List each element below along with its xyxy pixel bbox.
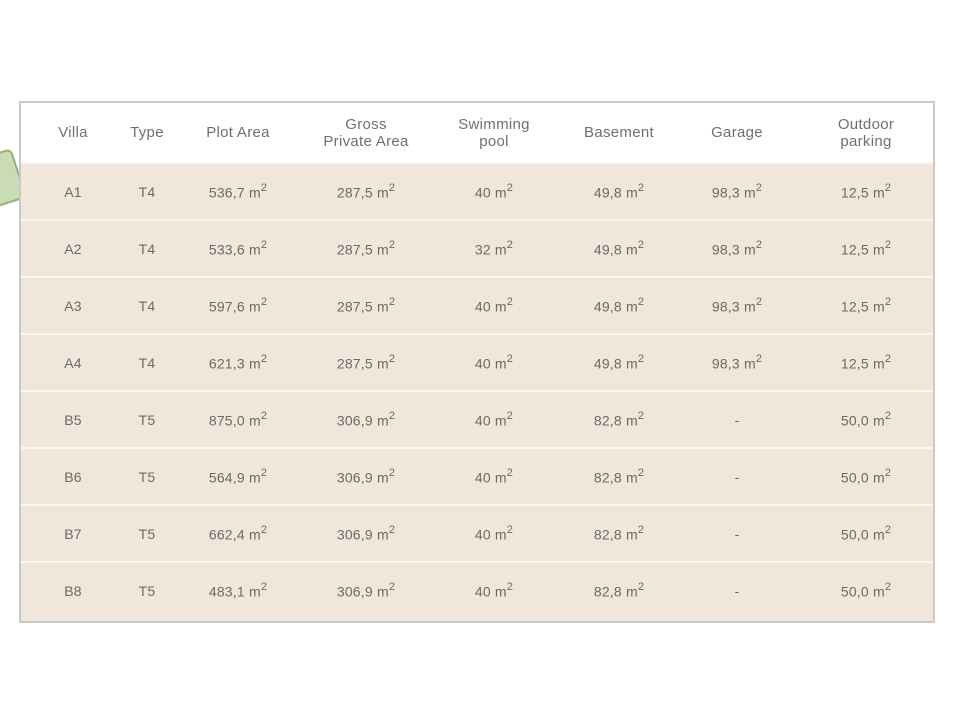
type-cell: T5 [138,468,156,485]
swimming-pool-cell: 40 m2 [474,466,514,486]
swimming-pool-cell: 40 m2 [474,523,514,543]
gross-private-area-cell: 287,5 m2 [336,181,396,201]
basement-cell: 49,8 m2 [593,181,645,201]
table-body: A1 T4 536,7 m2 287,5 m2 40 m2 49,8 m2 98,3 m2 1… [21,163,933,619]
table-row: B5 T5 875,0 m2 306,9 m2 40 m2 82,8 m2 - 50,0 m2 [21,391,933,448]
gross-private-area-cell: 306,9 m2 [336,581,396,600]
basement-cell: 49,8 m2 [593,352,645,372]
outdoor-parking-cell: 50,0 m2 [840,581,892,600]
villa-cell: A2 [64,240,82,257]
table-row: B8 T5 483,1 m2 306,9 m2 40 m2 82,8 m2 - 50,0 m2 [21,562,933,619]
outdoor-parking-cell: 50,0 m2 [840,409,892,429]
swimming-pool-cell: 40 m2 [474,295,514,315]
table-row: B7 T5 662,4 m2 306,9 m2 40 m2 82,8 m2 - 50,0 m2 [21,505,933,562]
villa-cell: B8 [64,583,82,599]
villa-cell: A4 [64,354,82,371]
type-cell: T5 [138,583,156,599]
swimming-pool-cell: 32 m2 [474,238,514,258]
gross-private-area-cell: 306,9 m2 [336,523,396,543]
header-gross-private-area: Gross Private Area [323,115,409,150]
plot-area-cell: 875,0 m2 [208,409,268,429]
swimming-pool-cell: 40 m2 [474,409,514,429]
table-row: A4 T4 621,3 m2 287,5 m2 40 m2 49,8 m2 98,3 m2 1… [21,334,933,391]
garage-cell: 98,3 m2 [711,295,763,315]
basement-cell: 82,8 m2 [593,466,645,486]
garage-cell: - [734,468,740,485]
basement-cell: 49,8 m2 [593,238,645,258]
villa-cell: A3 [64,297,82,314]
basement-cell: 82,8 m2 [593,581,645,600]
gross-private-area-cell: 306,9 m2 [336,409,396,429]
outdoor-parking-cell: 50,0 m2 [840,466,892,486]
garage-cell: - [734,525,740,542]
plot-area-cell: 597,6 m2 [208,295,268,315]
gross-private-area-cell: 287,5 m2 [336,352,396,372]
table-header-row: Villa Type Plot Area Gross Private Area Swimm… [21,103,933,163]
villa-cell: B5 [64,411,82,428]
outdoor-parking-cell: 12,5 m2 [840,295,892,315]
gross-private-area-cell: 287,5 m2 [336,295,396,315]
table-row: A2 T4 533,6 m2 287,5 m2 32 m2 49,8 m2 98,3 m2 1… [21,220,933,277]
basement-cell: 82,8 m2 [593,523,645,543]
type-cell: T5 [138,411,156,428]
plot-area-cell: 536,7 m2 [208,181,268,201]
plot-area-cell: 662,4 m2 [208,523,268,543]
plot-area-cell: 564,9 m2 [208,466,268,486]
gross-private-area-cell: 306,9 m2 [336,466,396,486]
villa-cell: B7 [64,525,82,542]
outdoor-parking-cell: 12,5 m2 [840,352,892,372]
type-cell: T4 [138,354,156,371]
outdoor-parking-cell: 12,5 m2 [840,238,892,258]
garage-cell: - [734,411,740,428]
plot-area-cell: 621,3 m2 [208,352,268,372]
villa-specification-table-frame: Villa Type Plot Area Gross Private Area Swimm… [19,101,935,623]
outdoor-parking-cell: 50,0 m2 [840,523,892,543]
type-cell: T5 [138,525,156,542]
header-garage: Garage [711,124,763,141]
header-outdoor-parking: Outdoor parking [837,115,895,150]
table-row: A3 T4 597,6 m2 287,5 m2 40 m2 49,8 m2 98,3 m2 1… [21,277,933,334]
garage-cell: - [734,583,740,599]
basement-cell: 49,8 m2 [593,295,645,315]
header-type: Type [130,124,164,141]
header-basement: Basement [584,124,654,141]
type-cell: T4 [138,297,156,314]
header-plot-area: Plot Area [206,124,270,141]
gross-private-area-cell: 287,5 m2 [336,238,396,258]
table-row: A1 T4 536,7 m2 287,5 m2 40 m2 49,8 m2 98,3 m2 1… [21,163,933,220]
type-cell: T4 [138,183,156,200]
plot-area-cell: 533,6 m2 [208,238,268,258]
header-villa: Villa [58,124,88,141]
type-cell: T4 [138,240,156,257]
swimming-pool-cell: 40 m2 [474,181,514,201]
swimming-pool-cell: 40 m2 [474,581,514,600]
table-row: B6 T5 564,9 m2 306,9 m2 40 m2 82,8 m2 - 50,0 m2 [21,448,933,505]
garage-cell: 98,3 m2 [711,181,763,201]
villa-specification-table: Villa Type Plot Area Gross Private Area Swimm… [21,103,933,619]
villa-cell: A1 [64,183,82,200]
villa-cell: B6 [64,468,82,485]
swimming-pool-cell: 40 m2 [474,352,514,372]
basement-cell: 82,8 m2 [593,409,645,429]
garage-cell: 98,3 m2 [711,238,763,258]
outdoor-parking-cell: 12,5 m2 [840,181,892,201]
plot-area-cell: 483,1 m2 [208,581,268,600]
header-swimming-pool: Swimming pool [458,115,530,150]
garage-cell: 98,3 m2 [711,352,763,372]
